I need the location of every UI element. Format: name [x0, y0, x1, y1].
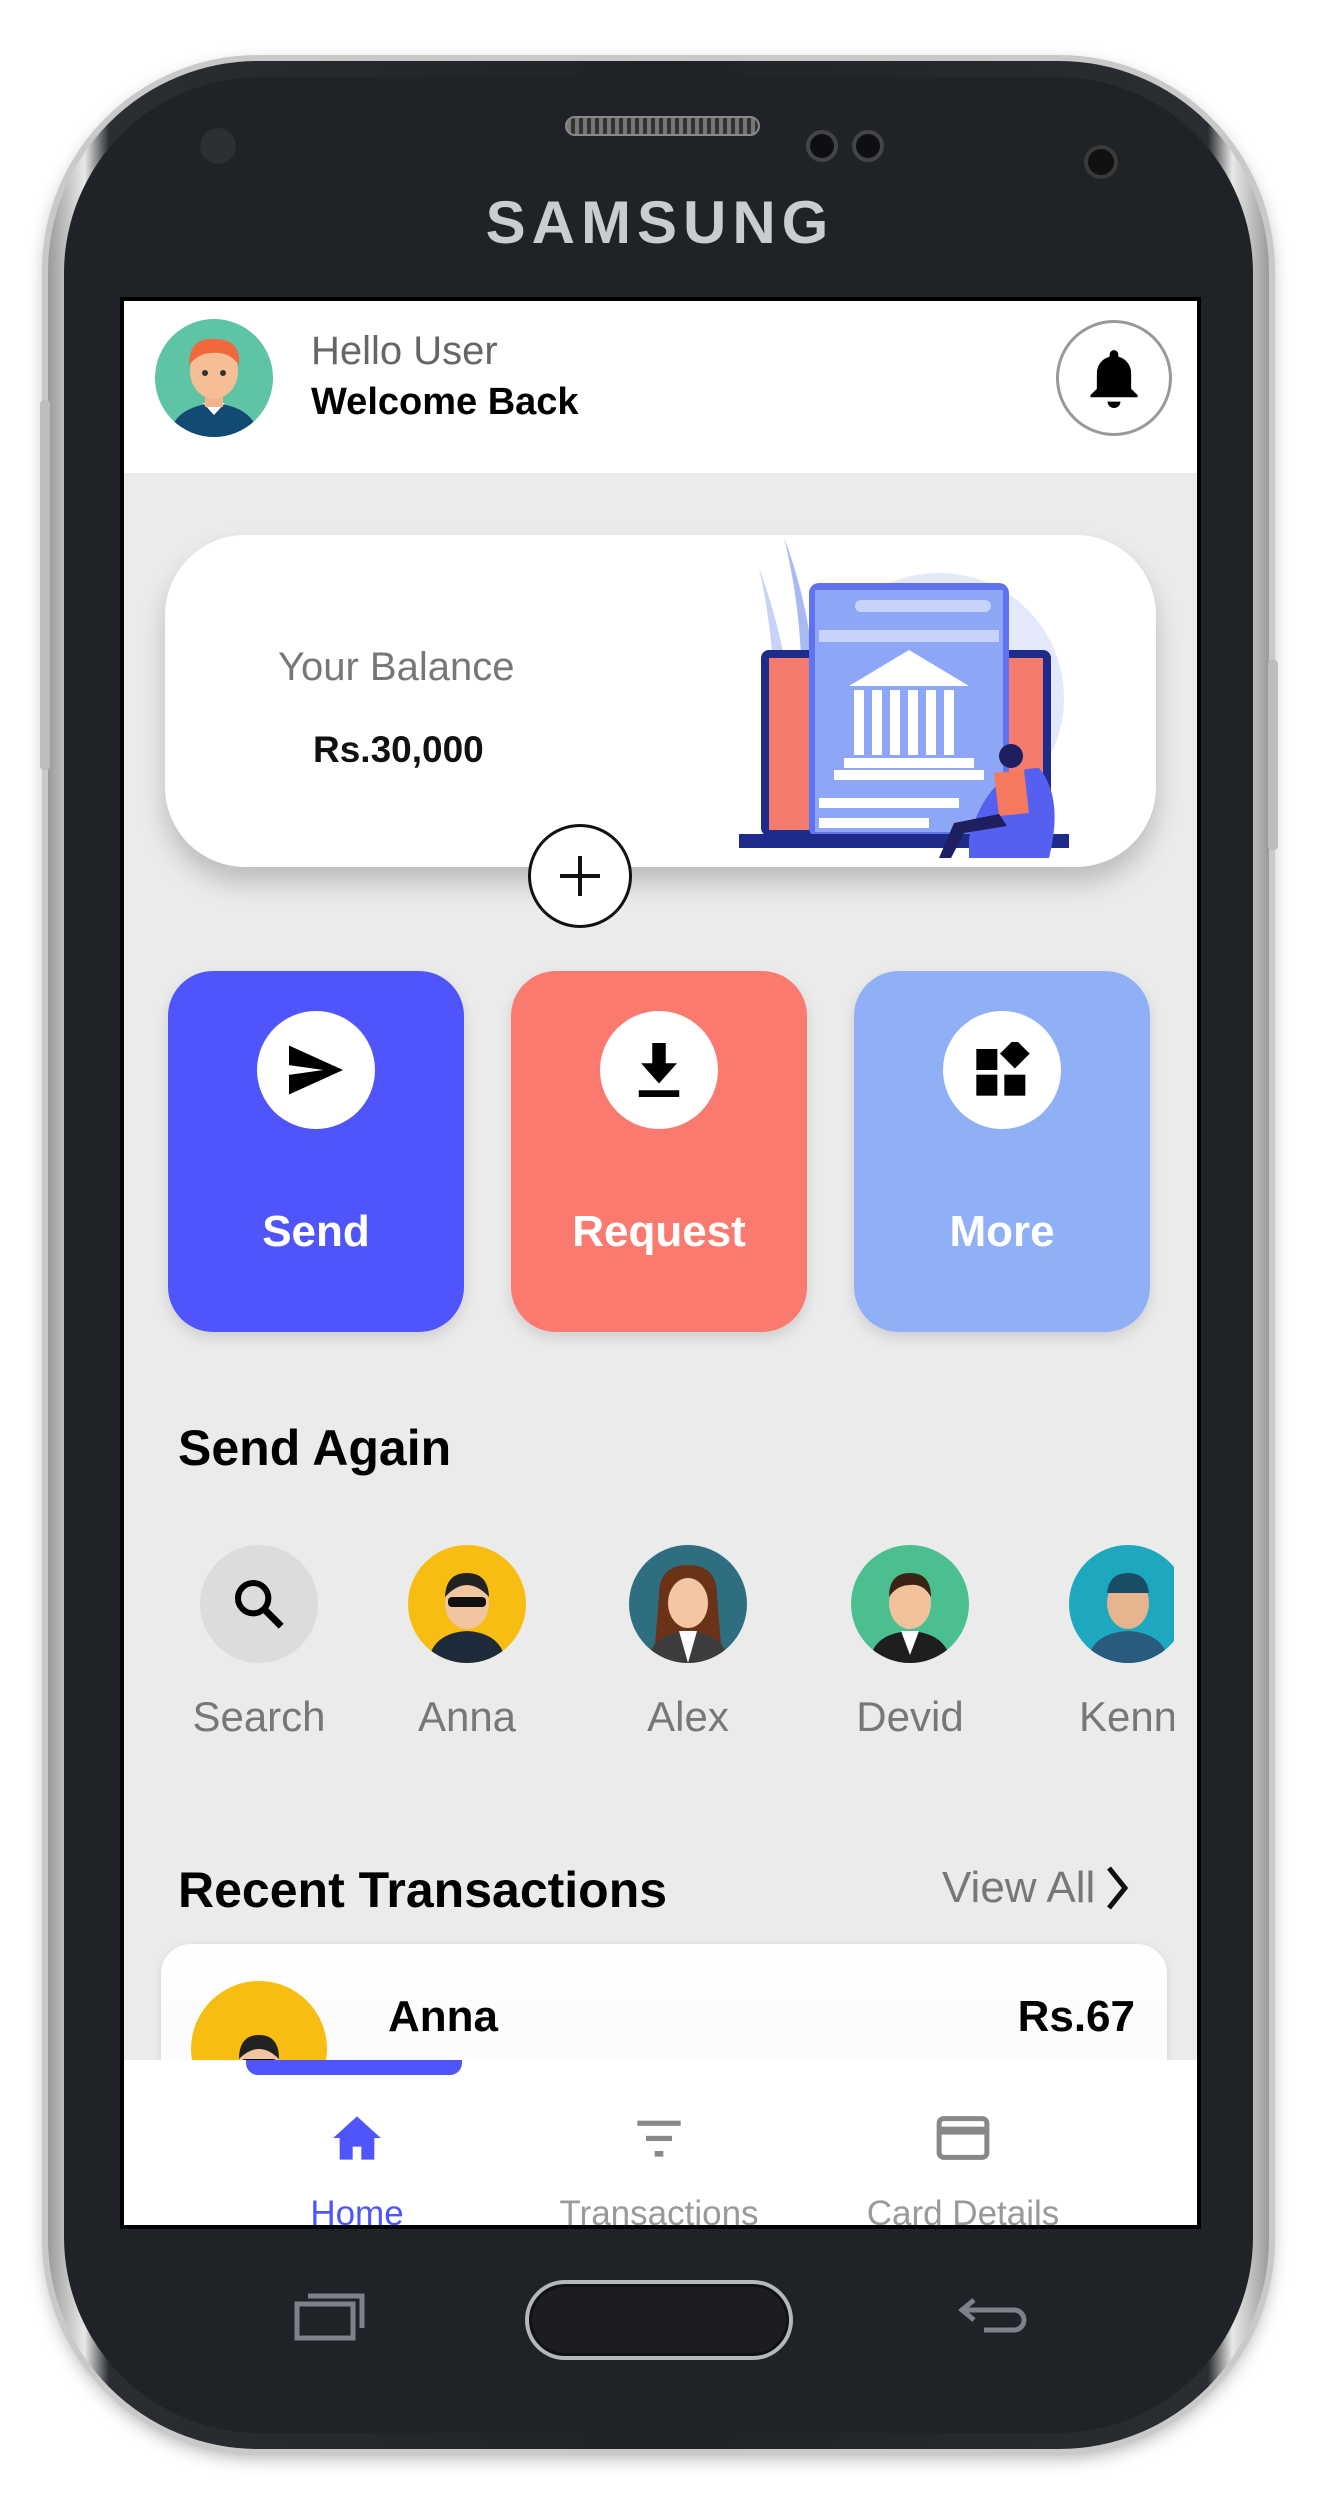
more-label: More	[949, 1207, 1055, 1256]
scroll-clip	[1174, 1531, 1197, 1731]
widgets-icon	[976, 1042, 1030, 1096]
volume-button	[40, 400, 50, 770]
sensor-icon	[200, 128, 236, 164]
power-button	[1268, 660, 1278, 850]
filter-icon	[637, 2120, 681, 2157]
nav-card-details-label: Card Details	[866, 2194, 1060, 2229]
balance-label: Your Balance	[278, 645, 515, 689]
camera-icon	[852, 130, 884, 162]
back-icon[interactable]	[956, 2290, 1028, 2342]
avatar	[629, 1545, 747, 1663]
nav-card-details[interactable]: Card Details	[813, 2113, 1113, 2229]
send-again-title: Send Again	[178, 1420, 452, 1476]
search-contact-button[interactable]: Search	[149, 1545, 369, 1741]
avatar	[851, 1545, 969, 1663]
contact-name: Alex	[647, 1693, 729, 1740]
recent-transactions-title: Recent Transactions	[178, 1862, 668, 1918]
view-all-label: View All	[942, 1863, 1096, 1912]
nav-transactions-label: Transactions	[559, 2194, 759, 2229]
request-label: Request	[572, 1207, 746, 1256]
request-button[interactable]: Request	[511, 971, 807, 1332]
user-avatar[interactable]	[155, 319, 273, 437]
send-icon	[289, 1045, 343, 1095]
home-icon	[333, 2116, 381, 2160]
avatar	[1069, 1545, 1187, 1663]
nav-home[interactable]: Home	[207, 2113, 507, 2229]
brand-logo: SAMSUNG	[485, 189, 835, 256]
welcome-text: Welcome Back	[311, 381, 579, 423]
recent-apps-icon[interactable]	[294, 2290, 366, 2342]
active-tab-indicator	[246, 2060, 462, 2075]
front-camera-icon	[1084, 145, 1118, 179]
header: Hello User Welcome Back	[124, 301, 1197, 473]
notification-button[interactable]	[1056, 320, 1172, 436]
chevron-right-icon	[1107, 1866, 1129, 1910]
transaction-name: Anna	[388, 1992, 498, 2041]
camera-icon	[806, 130, 838, 162]
speaker-grille	[565, 116, 760, 136]
balance-card: Your Balance Rs.30,000	[165, 535, 1156, 867]
contact-name: Anna	[417, 1693, 517, 1740]
more-button[interactable]: More	[854, 971, 1150, 1332]
nav-transactions[interactable]: Transactions	[509, 2113, 809, 2229]
plus-icon	[560, 856, 600, 896]
send-button[interactable]: Send	[168, 971, 464, 1332]
nav-home-label: Home	[310, 2194, 404, 2229]
avatar	[408, 1545, 526, 1663]
app-screen: Hello User Welcome Back Your Balance Rs.…	[120, 297, 1201, 2229]
search-icon	[234, 1579, 284, 1629]
balance-amount: Rs.30,000	[313, 729, 484, 770]
contact-name: Devid	[856, 1693, 964, 1740]
add-balance-button[interactable]	[528, 824, 632, 928]
contact-name: Search	[192, 1693, 326, 1740]
contact-anna[interactable]: Anna	[357, 1545, 577, 1741]
send-label: Send	[262, 1207, 370, 1256]
home-hardware-button[interactable]	[525, 2280, 793, 2360]
download-icon	[638, 1043, 680, 1097]
view-all-link[interactable]: View All	[942, 1863, 1129, 1913]
transaction-amount: Rs.67	[1017, 1992, 1135, 2041]
bank-illustration	[739, 538, 1069, 858]
contact-alex[interactable]: Alex	[578, 1545, 798, 1741]
bell-icon	[1090, 350, 1138, 408]
greeting-text: Hello User	[311, 329, 498, 373]
credit-card-icon	[936, 2116, 990, 2160]
contact-devid[interactable]: Devid	[800, 1545, 1020, 1741]
